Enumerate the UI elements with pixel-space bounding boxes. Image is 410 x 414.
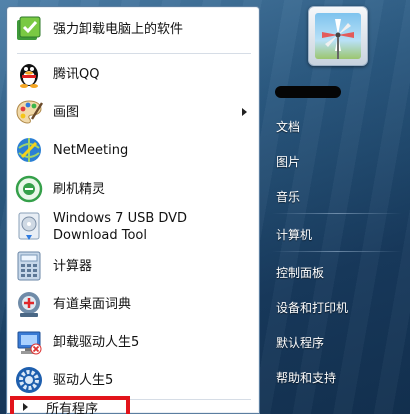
divider (272, 251, 402, 252)
program-item-qq[interactable]: 腾讯QQ (11, 55, 255, 93)
link-pictures[interactable]: 图片 (276, 153, 300, 170)
netmeeting-icon (13, 134, 45, 166)
program-label: 计算器 (53, 258, 93, 274)
program-item-paint[interactable]: 画图 (11, 93, 255, 131)
program-list: 强力卸载电脑上的软件 腾讯QQ 画图 NetMeeting 刷机精灵 Windo… (6, 6, 260, 414)
program-label: 驱动人生5 (53, 372, 114, 388)
program-label: Windows 7 USB DVD (53, 211, 188, 226)
program-item-netmeeting[interactable]: NetMeeting (11, 131, 255, 169)
program-label: 画图 (53, 104, 80, 120)
uninstaller-icon (13, 13, 45, 45)
driver-gear-icon (13, 364, 45, 396)
program-item-calculator[interactable]: 计算器 (11, 248, 255, 284)
link-help-support[interactable]: 帮助和支持 (276, 369, 336, 386)
program-item-uninstaller[interactable]: 强力卸载电脑上的软件 (11, 10, 255, 48)
divider (17, 53, 251, 54)
program-item-usb-dvd-tool[interactable]: Windows 7 USB DVD Download Tool (11, 207, 255, 247)
redacted-username (275, 86, 341, 98)
submenu-arrow-icon[interactable] (242, 108, 247, 116)
program-item-youdao[interactable]: 有道桌面词典 (11, 285, 255, 323)
paint-palette-icon (13, 96, 45, 128)
program-label: 腾讯QQ (53, 66, 100, 82)
qq-penguin-icon (13, 58, 45, 90)
link-music[interactable]: 音乐 (276, 188, 300, 205)
link-default-programs[interactable]: 默认程序 (276, 334, 324, 351)
youdao-dictionary-icon (13, 288, 45, 320)
program-label: 刷机精灵 (53, 181, 106, 197)
red-highlight-annotation (10, 396, 130, 414)
program-label: 卸载驱动人生5 (53, 334, 140, 350)
link-control-panel[interactable]: 控制面板 (276, 264, 324, 281)
usb-dvd-tool-icon (13, 211, 45, 243)
link-documents[interactable]: 文档 (276, 118, 300, 135)
program-item-flash-wizard[interactable]: 刷机精灵 (11, 170, 255, 208)
program-label: NetMeeting (53, 142, 129, 158)
divider (272, 213, 402, 214)
program-item-uninstall-driver[interactable]: 卸载驱动人生5 (11, 323, 255, 361)
user-avatar[interactable] (308, 6, 368, 66)
link-devices-printers[interactable]: 设备和打印机 (276, 299, 348, 316)
program-label: Download Tool (53, 228, 148, 243)
program-label: 有道桌面词典 (53, 296, 132, 312)
program-label: 强力卸载电脑上的软件 (53, 21, 184, 37)
uninstall-driver-icon (13, 326, 45, 358)
calculator-icon (13, 250, 45, 282)
link-computer[interactable]: 计算机 (276, 226, 312, 243)
flash-wizard-icon (13, 173, 45, 205)
pinwheel-icon (322, 19, 354, 59)
program-item-driver-genius[interactable]: 驱动人生5 (11, 361, 255, 399)
